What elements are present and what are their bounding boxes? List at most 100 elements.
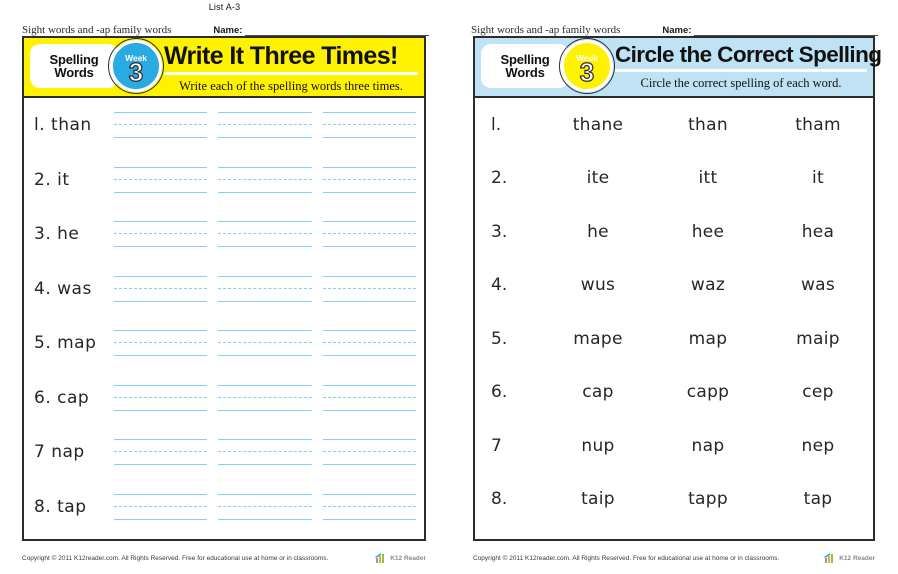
spelling-words-line2-right: Words <box>505 65 545 80</box>
choice-row-number: 4. <box>491 275 508 296</box>
write-line-group <box>114 330 424 357</box>
handwriting-line-block[interactable] <box>218 221 312 248</box>
handwriting-baseline <box>218 191 312 193</box>
write-rows-container: l. than 2. it 3. he 4. was 5. map 6. cap 7 nap… <box>24 98 424 539</box>
handwriting-line-block[interactable] <box>218 275 312 302</box>
handwriting-line-block[interactable] <box>114 112 208 139</box>
spelling-option[interactable]: capp <box>653 382 763 402</box>
choice-options: cap capp cep <box>543 382 873 402</box>
bar-chart-logo-icon <box>824 553 834 563</box>
handwriting-baseline <box>322 191 416 193</box>
handwriting-line-block[interactable] <box>322 112 416 139</box>
spelling-option[interactable]: cep <box>763 382 873 402</box>
write-row-label: 6. cap <box>34 387 90 408</box>
handwriting-top-line <box>322 384 416 386</box>
handwriting-line-block[interactable] <box>322 439 416 466</box>
handwriting-line-block[interactable] <box>218 330 312 357</box>
handwriting-line-block[interactable] <box>218 384 312 411</box>
handwriting-dashed-midline <box>114 287 208 289</box>
name-write-line-right[interactable] <box>694 26 878 36</box>
handwriting-line-block[interactable] <box>218 493 312 520</box>
choice-row: 5. mape map maip <box>475 312 873 366</box>
handwriting-line-block[interactable] <box>218 166 312 193</box>
spelling-option[interactable]: ite <box>543 168 653 188</box>
write-row-label: 7 nap <box>34 442 85 463</box>
handwriting-baseline <box>218 355 312 357</box>
spelling-option[interactable]: hee <box>653 222 763 242</box>
choice-row-number: 6. <box>491 382 508 403</box>
spelling-option[interactable]: nap <box>653 436 763 456</box>
choice-options: thane than tham <box>543 115 873 135</box>
handwriting-dashed-midline <box>114 342 208 344</box>
spelling-option[interactable]: nup <box>543 436 653 456</box>
handwriting-baseline <box>114 137 208 139</box>
handwriting-line-block[interactable] <box>322 493 416 520</box>
name-field-group: Name: <box>213 25 431 36</box>
handwriting-dashed-midline <box>218 451 312 453</box>
handwriting-baseline <box>114 355 208 357</box>
handwriting-dashed-midline <box>322 451 416 453</box>
subject-label: Sight words and -ap family words <box>22 24 172 36</box>
handwriting-top-line <box>114 384 208 386</box>
handwriting-line-block[interactable] <box>322 330 416 357</box>
handwriting-line-block[interactable] <box>114 275 208 302</box>
handwriting-line-block[interactable] <box>114 221 208 248</box>
spelling-option[interactable]: itt <box>653 168 763 188</box>
spelling-option[interactable]: map <box>653 329 763 349</box>
handwriting-line-block[interactable] <box>322 221 416 248</box>
handwriting-top-line <box>218 384 312 386</box>
spelling-option[interactable]: hea <box>763 222 873 242</box>
spelling-option[interactable]: cap <box>543 382 653 402</box>
week-number-left: 3 <box>128 56 144 87</box>
handwriting-top-line <box>114 166 208 168</box>
handwriting-dashed-midline <box>218 342 312 344</box>
handwriting-top-line <box>218 439 312 441</box>
spelling-option[interactable]: wus <box>543 275 653 295</box>
choice-row: 8. taip tapp tap <box>475 473 873 527</box>
handwriting-dashed-midline <box>322 124 416 126</box>
spelling-option[interactable]: tap <box>763 489 873 509</box>
write-row-label: 5. map <box>34 333 97 354</box>
subject-label-right: Sight words and -ap family words <box>471 24 621 36</box>
spelling-option[interactable]: tapp <box>653 489 763 509</box>
banner-text-right: Circle the Correct Spelling Circle the c… <box>615 42 882 94</box>
spelling-option[interactable]: maip <box>763 329 873 349</box>
spelling-option[interactable]: he <box>543 222 653 242</box>
spelling-option[interactable]: nep <box>763 436 873 456</box>
spelling-option[interactable]: tham <box>763 115 873 135</box>
worksheet-frame-right: Spelling Words Week 3 Circle the Correct… <box>473 36 882 541</box>
handwriting-line-block[interactable] <box>114 439 208 466</box>
meta-row-right: Sight words and -ap family words Name: <box>471 20 880 36</box>
handwriting-baseline <box>322 355 416 357</box>
handwriting-line-block[interactable] <box>114 330 208 357</box>
spelling-option[interactable]: it <box>763 168 873 188</box>
meta-row-left: Sight words and -ap family words Name: <box>22 20 431 36</box>
handwriting-baseline <box>218 246 312 248</box>
handwriting-line-block[interactable] <box>322 166 416 193</box>
handwriting-line-block[interactable] <box>218 439 312 466</box>
handwriting-line-block[interactable] <box>114 166 208 193</box>
footer-right: Copyright © 2011 K12reader.com. All Righ… <box>473 548 875 568</box>
spelling-option[interactable]: taip <box>543 489 653 509</box>
handwriting-line-block[interactable] <box>218 112 312 139</box>
spelling-option[interactable]: than <box>653 115 763 135</box>
k12reader-logo-text-right: K12 Reader <box>839 554 875 562</box>
worksheet-frame-left: Spelling Words Week 3 Write It Three Tim… <box>22 36 426 541</box>
spelling-option[interactable]: thane <box>543 115 653 135</box>
handwriting-line-block[interactable] <box>322 384 416 411</box>
spelling-option[interactable]: mape <box>543 329 653 349</box>
week-badge-right: Week 3 <box>559 38 615 94</box>
bar-chart-logo-icon <box>375 553 385 563</box>
spelling-option[interactable]: was <box>763 275 873 295</box>
name-write-line[interactable] <box>245 26 429 36</box>
spelling-option[interactable]: waz <box>653 275 763 295</box>
handwriting-top-line <box>218 493 312 495</box>
handwriting-dashed-midline <box>114 124 208 126</box>
handwriting-line-block[interactable] <box>114 493 208 520</box>
handwriting-line-block[interactable] <box>322 275 416 302</box>
choice-row-number: 5. <box>491 328 508 349</box>
handwriting-line-block[interactable] <box>114 384 208 411</box>
write-line-group <box>114 221 424 248</box>
choice-row: 4. wus waz was <box>475 259 873 313</box>
write-line-group <box>114 166 424 193</box>
